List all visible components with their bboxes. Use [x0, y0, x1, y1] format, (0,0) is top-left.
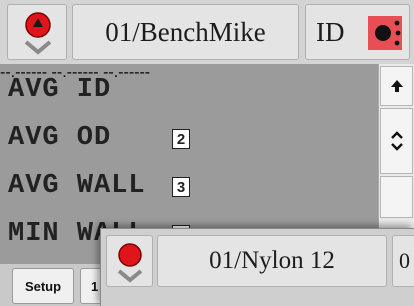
overlay-menu-button[interactable] [106, 235, 153, 287]
scroll-track-segment[interactable] [380, 176, 413, 218]
channel-title: 01/BenchMike [105, 16, 266, 47]
metric-badge: 2 [172, 129, 190, 149]
up-down-arrows-icon [390, 131, 403, 151]
id-label: ID [316, 16, 345, 47]
red-ball-down-chevron-icon [24, 12, 52, 55]
metric-label: AVG OD [8, 123, 112, 153]
overlay-next-label: 0 [399, 248, 410, 273]
tab-next-label: 1 [91, 278, 99, 294]
overlay-window: 01/Nylon 12 0 [100, 228, 414, 306]
channel-menu-button[interactable] [7, 4, 67, 60]
red-ball-down-chevron-icon [117, 243, 143, 283]
black-dot-red-square-icon [367, 15, 403, 58]
metric-row-avg-od: AVG OD [8, 122, 111, 154]
setup-tab-label: Setup [24, 278, 62, 294]
scroll-up-button[interactable] [380, 66, 413, 106]
id-button[interactable]: ID [305, 4, 410, 60]
metric-row-avg-id: AVG ID [8, 74, 111, 106]
overlay-title: 01/Nylon 12 [209, 247, 335, 274]
overlay-next-button[interactable]: 0 [392, 235, 414, 287]
metric-label: AVG WALL [8, 171, 146, 201]
arrow-up-icon [390, 80, 403, 92]
setup-tab[interactable]: Setup [12, 268, 74, 304]
channel-title-button[interactable]: 01/BenchMike [72, 4, 299, 60]
scroll-reorder-button[interactable] [380, 108, 413, 174]
overlay-title-button[interactable]: 01/Nylon 12 [157, 235, 387, 287]
metric-label: AVG ID [8, 75, 112, 105]
metric-badge: 3 [172, 177, 190, 197]
metric-row-avg-wall: AVG WALL [8, 170, 146, 202]
